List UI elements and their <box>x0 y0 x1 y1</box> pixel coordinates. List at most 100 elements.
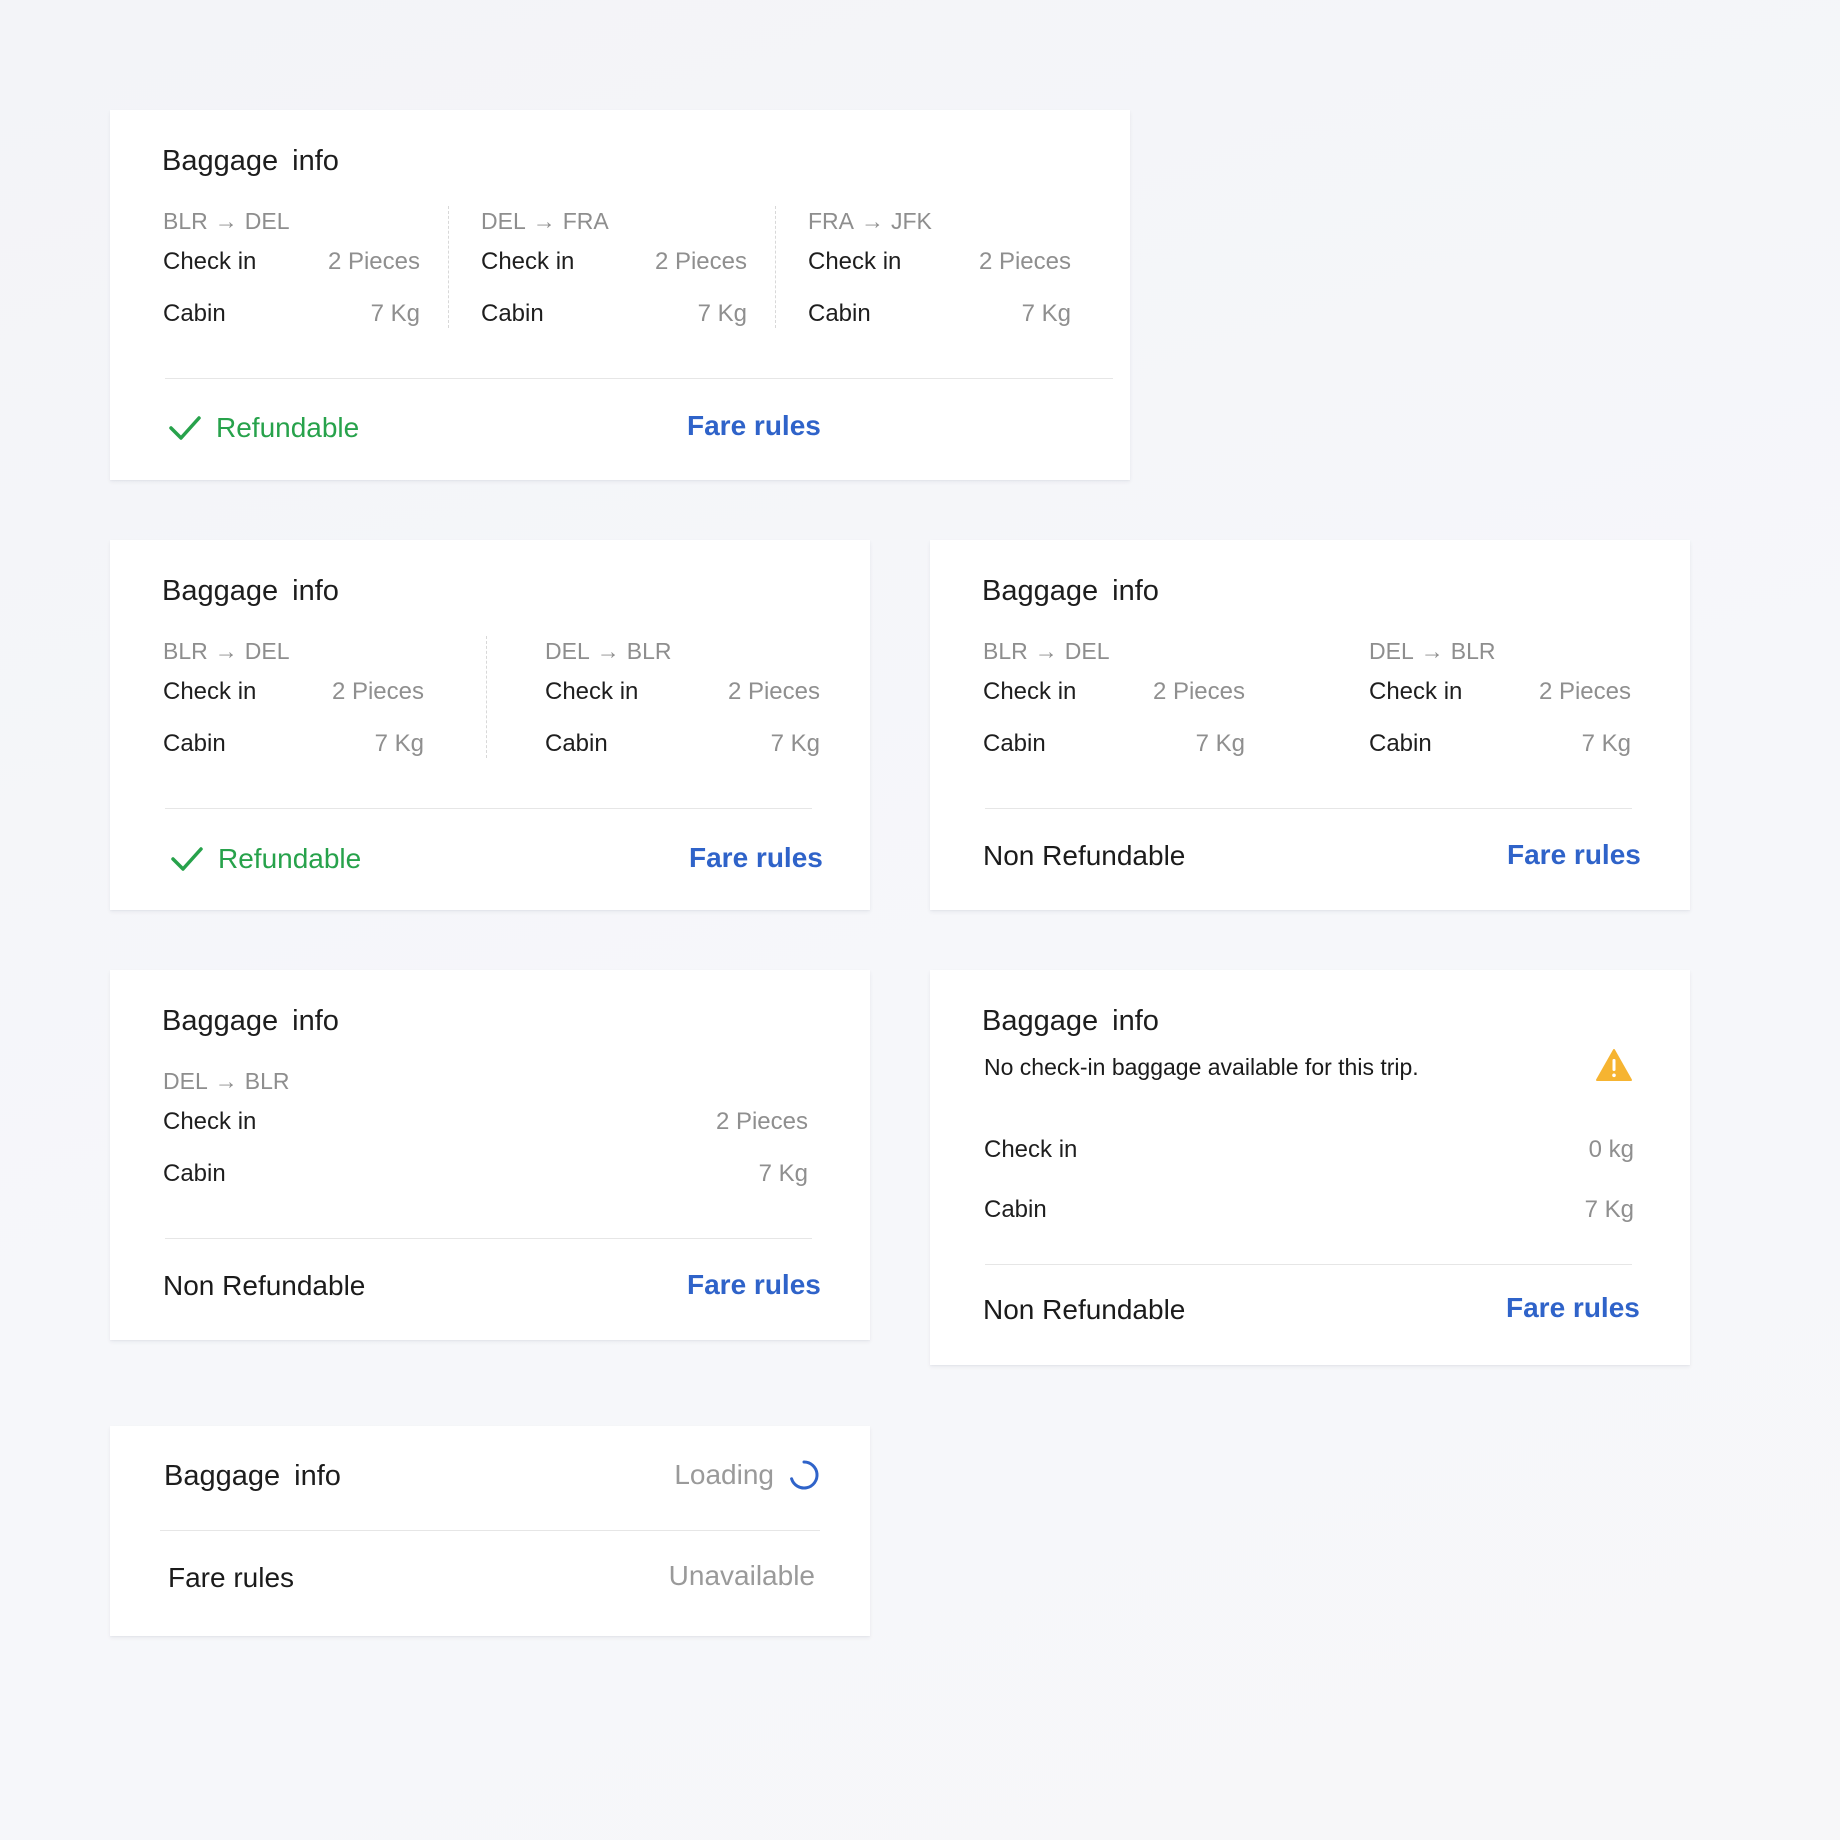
arrow-right-icon: → <box>1034 638 1058 664</box>
route: BLR → DEL <box>163 206 420 236</box>
non-refundable-status: Non Refundable <box>983 1294 1186 1325</box>
cabin-value: 7 Kg <box>697 300 747 327</box>
destination: BLR <box>244 1068 290 1094</box>
checkin-value: 2 Pieces <box>978 248 1071 275</box>
card-title: Baggage info <box>162 1005 339 1037</box>
fare-rules-link[interactable]: Fare rules <box>687 1269 821 1301</box>
divider <box>165 378 1113 379</box>
checkin-row: Check in 2 Pieces <box>545 678 820 706</box>
checkin-label: Check in <box>984 1136 1078 1163</box>
checkin-row: Check in 2 Pieces <box>808 248 1071 276</box>
origin: DEL <box>545 638 590 664</box>
cabin-row: Cabin 7 Kg <box>808 300 1071 328</box>
checkin-label: Check in <box>545 678 639 705</box>
checkin-row: Check in 2 Pieces <box>481 248 747 276</box>
checkin-label: Check in <box>163 248 257 275</box>
cabin-label: Cabin <box>481 300 544 327</box>
cabin-row: Cabin 7 Kg <box>545 730 820 758</box>
cabin-value: 7 Kg <box>1021 300 1071 327</box>
spinner-icon <box>790 1460 819 1490</box>
origin: BLR <box>983 638 1028 664</box>
leg-1: BLR → DEL Check in 2 Pieces Cabin 7 Kg <box>163 206 448 328</box>
check-icon <box>171 847 203 871</box>
cabin-label: Cabin <box>1369 730 1432 757</box>
arrow-right-icon: → <box>214 638 238 664</box>
cabin-label: Cabin <box>983 730 1046 757</box>
cabin-label: Cabin <box>163 1160 226 1187</box>
cabin-label: Cabin <box>163 300 226 327</box>
legs-row: DEL → BLR Check in 2 Pieces Cabin 7 Kg <box>163 1066 808 1188</box>
check-icon <box>169 416 201 440</box>
destination: BLR <box>1450 638 1496 664</box>
leg-3: FRA → JFK Check in 2 Pieces Cabin 7 Kg <box>775 206 1071 328</box>
cabin-row: Cabin 7 Kg <box>984 1196 1634 1224</box>
origin: BLR <box>163 208 208 234</box>
leg-1: BLR → DEL Check in 2 Pieces Cabin 7 Kg <box>163 636 486 758</box>
fare-rules-link[interactable]: Fare rules <box>689 842 823 874</box>
leg-2: DEL → BLR Check in 2 Pieces Cabin 7 Kg <box>1369 636 1631 758</box>
leg-1: BLR → DEL Check in 2 Pieces Cabin 7 Kg <box>983 636 1369 758</box>
divider <box>985 1264 1632 1265</box>
cabin-label: Cabin <box>808 300 871 327</box>
checkin-value: 0 kg <box>1588 1136 1634 1163</box>
cabin-value: 7 Kg <box>770 730 820 757</box>
fare-rules-unavailable: Unavailable <box>668 1560 815 1591</box>
status-label: Refundable <box>218 843 362 874</box>
refundable-status: Refundable <box>170 843 361 875</box>
cabin-value: 7 Kg <box>374 730 424 757</box>
fare-rules-link[interactable]: Fare rules <box>1506 1292 1640 1324</box>
divider <box>160 1530 820 1531</box>
checkin-label: Check in <box>163 678 257 705</box>
checkin-label: Check in <box>481 248 575 275</box>
cabin-row: Cabin 7 Kg <box>163 1160 808 1188</box>
non-refundable-status: Non Refundable <box>163 1270 366 1301</box>
divider <box>165 1238 812 1239</box>
checkin-row: Check in 2 Pieces <box>163 248 420 276</box>
checkin-label: Check in <box>1369 678 1463 705</box>
leg-1: DEL → BLR Check in 2 Pieces Cabin 7 Kg <box>163 1066 808 1188</box>
status-label: Refundable <box>216 412 360 443</box>
card-title: Baggage info <box>162 145 339 177</box>
checkin-row: Check in 2 Pieces <box>1369 678 1631 706</box>
checkin-value: 2 Pieces <box>715 1108 808 1135</box>
leg-2: DEL → BLR Check in 2 Pieces Cabin 7 Kg <box>486 636 820 758</box>
origin: FRA <box>808 208 854 234</box>
checkin-row: Check in 2 Pieces <box>163 1108 808 1136</box>
checkin-row: Check in 2 Pieces <box>983 678 1245 706</box>
refundable-status: Refundable <box>168 412 359 444</box>
cabin-row: Cabin 7 Kg <box>163 300 420 328</box>
checkin-value: 2 Pieces <box>327 248 420 275</box>
origin: DEL <box>481 208 526 234</box>
cabin-value: 7 Kg <box>370 300 420 327</box>
origin: BLR <box>163 638 208 664</box>
baggage-card-two-legs-non-refundable: Baggage info BLR → DEL Check in 2 Pieces C… <box>930 540 1690 910</box>
destination: DEL <box>244 638 290 664</box>
baggage-card-two-legs-refundable: Baggage info BLR → DEL Check in 2 Pieces C… <box>110 540 870 910</box>
route: DEL → BLR <box>545 636 820 666</box>
loading-indicator: Loading <box>674 1459 820 1491</box>
arrow-right-icon: → <box>214 208 238 234</box>
baggage-card-three-legs: Baggage info BLR → DEL Check in 2 Pieces C… <box>110 110 1130 480</box>
route: DEL → FRA <box>481 206 747 236</box>
no-checkin-notice: No check-in baggage available for this t… <box>984 1054 1419 1080</box>
legs-row: BLR → DEL Check in 2 Pieces Cabin 7 Kg DEL… <box>983 636 1631 758</box>
cabin-value: 7 Kg <box>1195 730 1245 757</box>
arrow-right-icon: → <box>1420 638 1444 664</box>
baggage-card-loading: Baggage info Loading Fare rules Unavaila… <box>110 1426 870 1636</box>
fare-rules-link[interactable]: Fare rules <box>1507 839 1641 871</box>
arrow-right-icon: → <box>596 638 620 664</box>
arrow-right-icon: → <box>861 208 884 234</box>
legs-row: BLR → DEL Check in 2 Pieces Cabin 7 Kg DEL… <box>163 206 1071 328</box>
baggage-card-one-leg: Baggage info DEL → BLR Check in 2 Pieces C… <box>110 970 870 1340</box>
cabin-label: Cabin <box>545 730 608 757</box>
route: FRA → JFK <box>808 206 1071 236</box>
checkin-value: 2 Pieces <box>1152 678 1245 705</box>
checkin-label: Check in <box>163 1108 257 1135</box>
fare-rules-link[interactable]: Fare rules <box>687 410 821 442</box>
checkin-label: Check in <box>808 248 902 275</box>
origin: DEL <box>1369 638 1414 664</box>
cabin-label: Cabin <box>163 730 226 757</box>
divider <box>165 808 812 809</box>
cabin-row: Cabin 7 Kg <box>481 300 747 328</box>
divider <box>985 808 1632 809</box>
